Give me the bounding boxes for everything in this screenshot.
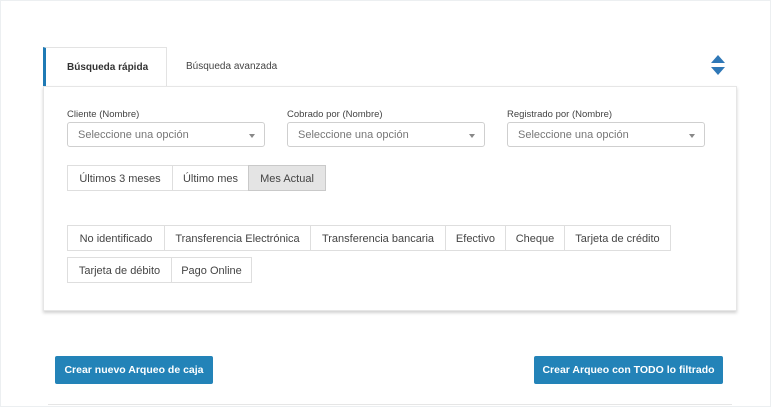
registered-by-select[interactable]: Seleccione una opción bbox=[507, 122, 705, 147]
charged-by-label: Cobrado por (Nombre) bbox=[287, 109, 383, 120]
tab-quick-search[interactable]: Búsqueda rápida bbox=[43, 47, 167, 88]
search-tabs: Búsqueda rápida Búsqueda avanzada bbox=[43, 47, 736, 88]
caret-down-icon bbox=[249, 134, 255, 138]
quick-search-panel: Cliente (Nombre) Seleccione una opción C… bbox=[43, 86, 737, 311]
payment-credit-card[interactable]: Tarjeta de crédito bbox=[564, 225, 671, 251]
client-select-placeholder: Seleccione una opción bbox=[78, 129, 189, 141]
registered-by-select-placeholder: Seleccione una opción bbox=[518, 129, 629, 141]
registered-by-label: Registrado por (Nombre) bbox=[507, 109, 613, 120]
payment-debit-card[interactable]: Tarjeta de débito bbox=[67, 257, 172, 283]
payment-unidentified[interactable]: No identificado bbox=[67, 225, 165, 251]
sort-up-down-icon[interactable] bbox=[711, 55, 725, 75]
charged-by-select[interactable]: Seleccione una opción bbox=[287, 122, 485, 147]
payment-cash[interactable]: Efectivo bbox=[445, 225, 506, 251]
create-cash-count-all-filtered-button[interactable]: Crear Arqueo con TODO lo filtrado bbox=[534, 356, 723, 384]
caret-down-icon bbox=[689, 134, 695, 138]
payment-electronic-transfer[interactable]: Transferencia Electrónica bbox=[164, 225, 311, 251]
period-current-month[interactable]: Mes Actual bbox=[248, 165, 326, 191]
payment-bank-transfer[interactable]: Transferencia bancaria bbox=[310, 225, 446, 251]
payment-online[interactable]: Pago Online bbox=[171, 257, 252, 283]
client-select[interactable]: Seleccione una opción bbox=[67, 122, 265, 147]
caret-down-icon bbox=[469, 134, 475, 138]
tab-advanced-search[interactable]: Búsqueda avanzada bbox=[186, 47, 277, 86]
period-last-3-months[interactable]: Últimos 3 meses bbox=[67, 165, 173, 191]
divider bbox=[48, 404, 732, 405]
period-last-month[interactable]: Último mes bbox=[172, 165, 249, 191]
client-label: Cliente (Nombre) bbox=[67, 109, 140, 120]
payment-check[interactable]: Cheque bbox=[505, 225, 565, 251]
create-cash-count-button[interactable]: Crear nuevo Arqueo de caja bbox=[55, 356, 213, 384]
charged-by-select-placeholder: Seleccione una opción bbox=[298, 129, 409, 141]
